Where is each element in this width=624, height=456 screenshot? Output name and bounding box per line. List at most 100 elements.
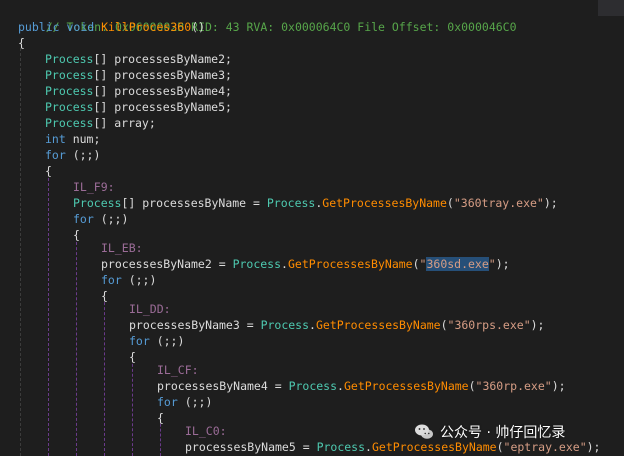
decl-rest: [] processesByName3; <box>93 68 232 82</box>
brace: { <box>101 289 108 303</box>
method-getprocessesbyname[interactable]: GetProcessesByName <box>372 440 497 454</box>
type-process[interactable]: Process <box>45 52 93 66</box>
code-line-assign: Process[] processesByName = Process.GetP… <box>73 195 558 211</box>
code-line-assign: processesByName3 = Process.GetProcessesB… <box>129 317 544 333</box>
type-process[interactable]: Process <box>45 84 93 98</box>
dot: . <box>309 318 316 332</box>
code-line-assign: processesByName2 = Process.GetProcessesB… <box>101 256 510 272</box>
method-name[interactable]: KillProces360 <box>101 20 191 34</box>
scroll-corner <box>598 0 624 16</box>
code-line-label: IL_F9: <box>73 179 115 195</box>
watermark: 公众号 · 帅仔回忆录 <box>414 422 565 442</box>
selected-text[interactable]: 360sd.exe <box>426 257 489 271</box>
method-getprocessesbyname[interactable]: GetProcessesByName <box>344 379 469 393</box>
assign-lhs: [] processesByName = <box>121 196 267 210</box>
brace: { <box>73 228 80 242</box>
string-quote: " <box>488 257 496 271</box>
code-line-brace: { <box>18 35 25 51</box>
for-rest: (;;) <box>121 273 157 287</box>
type-process[interactable]: Process <box>289 379 337 393</box>
type-process[interactable]: Process <box>45 116 93 130</box>
kw-public: public <box>18 20 60 34</box>
code-line-decl: Process[] processesByName4; <box>45 83 232 99</box>
code-line-brace: { <box>73 227 80 243</box>
for-rest: (;;) <box>149 334 185 348</box>
label-il-f9[interactable]: IL_F9: <box>73 180 115 194</box>
paren-close: ); <box>495 257 510 271</box>
string-literal: "eptray.exe" <box>503 440 587 454</box>
brace: { <box>45 164 52 178</box>
decl-rest: num; <box>65 132 101 146</box>
label-il-cf[interactable]: IL_CF: <box>157 363 199 377</box>
code-line-for: for (;;) <box>45 147 100 163</box>
for-rest: (;;) <box>177 395 213 409</box>
string-literal: "360rp.exe" <box>475 379 552 393</box>
kw-for: for <box>45 148 66 162</box>
assign-lhs: processesByName2 = <box>101 257 233 271</box>
label-il-c0[interactable]: IL_C0: <box>185 424 227 438</box>
method-getprocessesbyname[interactable]: GetProcessesByName <box>288 257 413 271</box>
code-line-assign: processesByName4 = Process.GetProcessesB… <box>157 378 566 394</box>
paren-close: ); <box>586 440 601 454</box>
paren-close: ); <box>551 379 566 393</box>
code-line-decl: Process[] array; <box>45 115 156 131</box>
string-literal: "360tray.exe" <box>453 196 544 210</box>
paren-close: ); <box>530 318 545 332</box>
wechat-icon <box>414 423 434 441</box>
code-line-brace: { <box>45 163 52 179</box>
code-line-decl: Process[] processesByName5; <box>45 99 232 115</box>
code-line-label: IL_CF: <box>157 362 199 378</box>
brace: { <box>129 350 136 364</box>
type-process[interactable]: Process <box>45 68 93 82</box>
kw-int: int <box>45 132 66 146</box>
watermark-text: 公众号 · 帅仔回忆录 <box>440 425 566 441</box>
type-process[interactable]: Process <box>45 100 93 114</box>
paren-close: ); <box>543 196 558 210</box>
code-line-decl: Process[] processesByName3; <box>45 67 232 83</box>
code-line-for: for (;;) <box>73 211 128 227</box>
code-line-int: int num; <box>45 131 100 147</box>
brace: { <box>157 411 164 425</box>
decl-rest: [] array; <box>93 116 156 130</box>
type-process[interactable]: Process <box>261 318 309 332</box>
code-line-label: IL_DD: <box>129 301 171 317</box>
code-line-brace: { <box>157 410 164 426</box>
dot: . <box>337 379 344 393</box>
label-il-dd[interactable]: IL_DD: <box>129 302 171 316</box>
indent-guide <box>20 48 21 456</box>
paren-open: ( <box>446 196 454 210</box>
code-line-for: for (;;) <box>157 394 212 410</box>
label-il-eb[interactable]: IL_EB: <box>101 241 143 255</box>
kw-for: for <box>157 395 178 409</box>
code-line-for: for (;;) <box>129 333 184 349</box>
code-line-brace: { <box>101 288 108 304</box>
decl-rest: [] processesByName2; <box>93 52 232 66</box>
paren-open: ( <box>496 440 504 454</box>
for-rest: (;;) <box>93 212 129 226</box>
assign-lhs: processesByName4 = <box>157 379 289 393</box>
type-process[interactable]: Process <box>73 196 121 210</box>
code-line-comment: // Token: 0x0600002B RID: 43 RVA: 0x0000… <box>18 3 517 34</box>
indent-guide <box>132 354 133 456</box>
indent-guide <box>104 292 105 456</box>
parens: () <box>191 20 205 34</box>
type-process[interactable]: Process <box>317 440 365 454</box>
for-rest: (;;) <box>65 148 101 162</box>
code-editor[interactable]: // Token: 0x0600002B RID: 43 RVA: 0x0000… <box>0 0 624 456</box>
type-process[interactable]: Process <box>267 196 315 210</box>
code-line-decl: Process[] processesByName2; <box>45 51 232 67</box>
paren-open: ( <box>440 318 448 332</box>
method-getprocessesbyname[interactable]: GetProcessesByName <box>322 196 447 210</box>
code-line-label: IL_EB: <box>101 240 143 256</box>
method-getprocessesbyname[interactable]: GetProcessesByName <box>316 318 441 332</box>
kw-void: void <box>66 20 95 34</box>
paren-open: ( <box>412 257 420 271</box>
code-line-for: for (;;) <box>101 272 156 288</box>
code-line-label: IL_C0: <box>185 423 227 439</box>
indent-guide <box>76 232 77 456</box>
dot: . <box>365 440 372 454</box>
code-line-brace: { <box>129 349 136 365</box>
kw-for: for <box>101 273 122 287</box>
type-process[interactable]: Process <box>233 257 281 271</box>
paren-open: ( <box>468 379 476 393</box>
